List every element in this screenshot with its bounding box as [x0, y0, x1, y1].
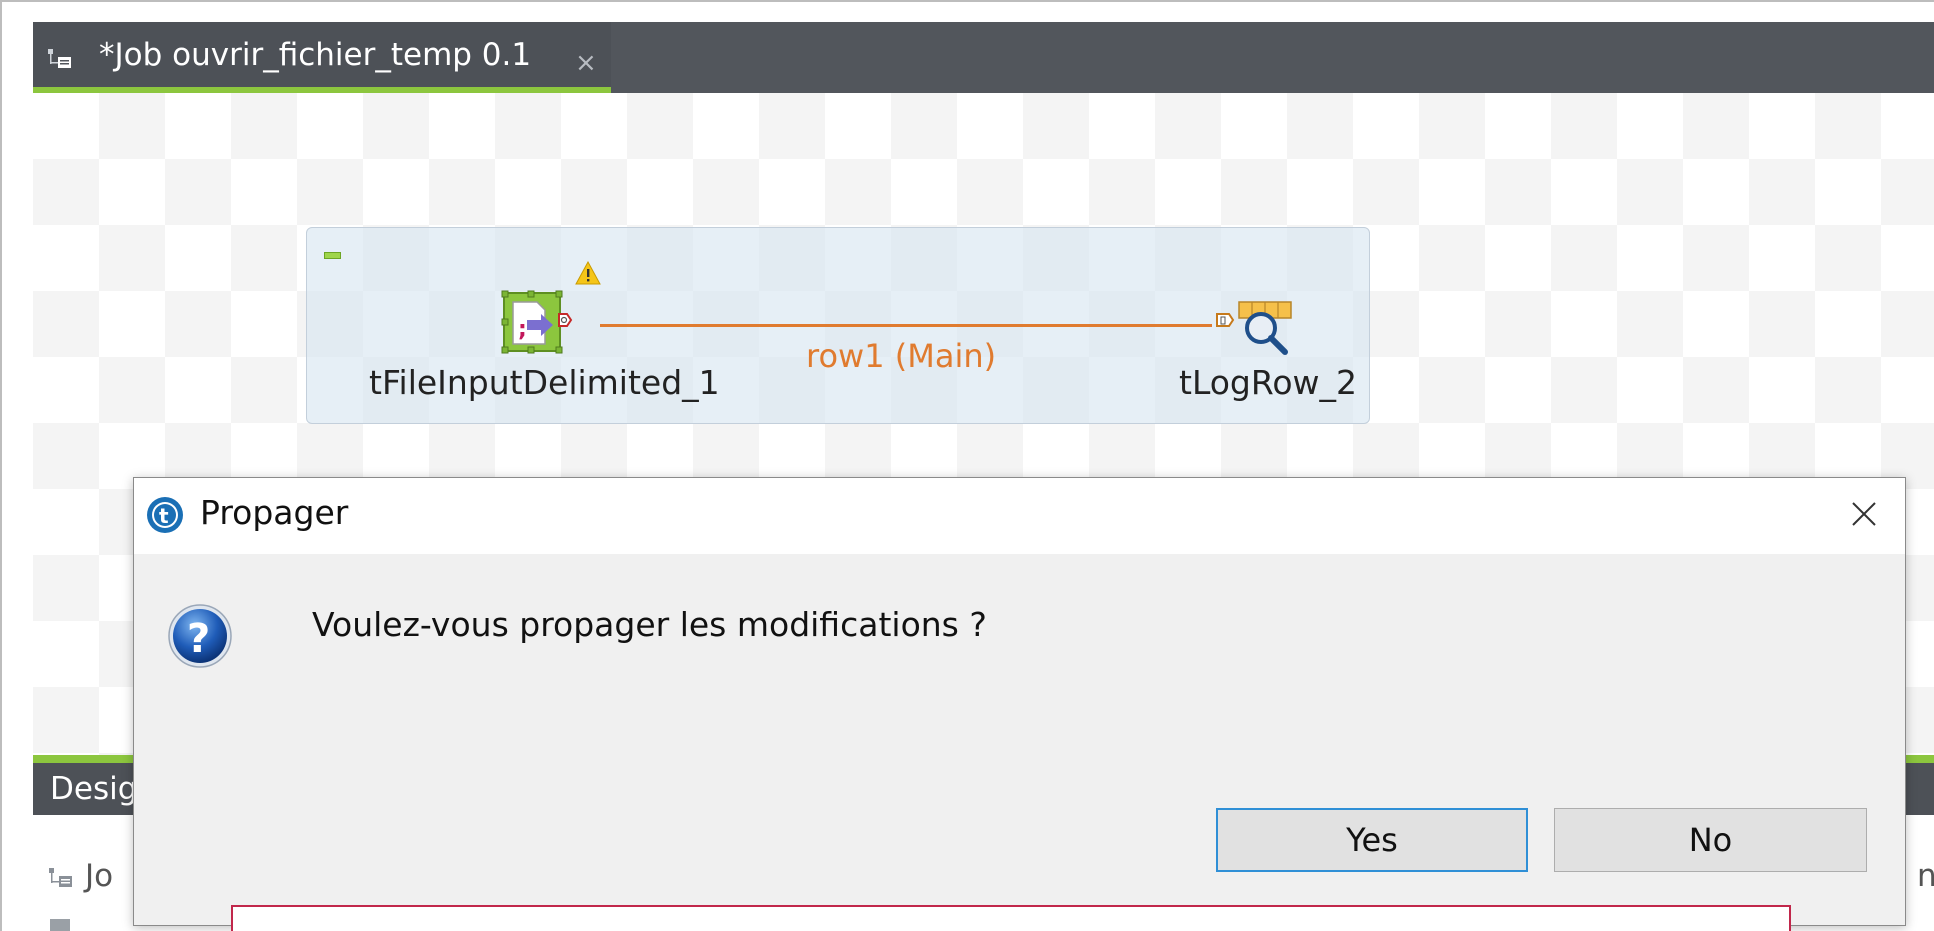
tab-job-ouvrir-fichier-temp[interactable]: *Job ouvrir_fichier_temp 0.1 ×: [33, 22, 611, 93]
warning-icon: [575, 261, 601, 285]
tab-designer[interactable]: Desig: [50, 771, 137, 807]
job-icon: [48, 49, 71, 68]
svg-text:t: t: [159, 504, 169, 528]
component-label-tfileinputdelimited[interactable]: tFileInputDelimited_1: [369, 363, 720, 402]
subjob-collapse-toggle[interactable]: [324, 252, 341, 259]
question-icon: ?: [168, 604, 232, 668]
connection-row1-label[interactable]: row1 (Main): [806, 337, 996, 375]
connection-row1-line[interactable]: [600, 324, 1212, 327]
dialog-message: Voulez-vous propager les modifications ?: [312, 605, 987, 644]
talend-icon: t: [147, 497, 183, 533]
tab-title: *Job ouvrir_fichier_temp 0.1: [99, 37, 532, 73]
close-icon[interactable]: [1840, 490, 1888, 538]
no-button[interactable]: No: [1554, 808, 1867, 872]
component-label-tlogrow[interactable]: tLogRow_2: [1179, 363, 1357, 402]
panel-item-icon: [50, 919, 70, 931]
bottom-job-label: Jo: [85, 858, 114, 894]
yes-button[interactable]: Yes: [1216, 808, 1528, 872]
log-row-icon[interactable]: [1215, 300, 1295, 356]
editor-tab-bar: *Job ouvrir_fichier_temp 0.1 ×: [33, 22, 1934, 93]
dialog-titlebar[interactable]: t Propager: [134, 478, 1905, 554]
bottom-right-label: ni: [1917, 858, 1934, 894]
propagate-dialog: t Propager ? Voulez-vous propager les mo…: [133, 477, 1906, 926]
annotation-highlight-box: [231, 905, 1791, 931]
tab-close-icon[interactable]: ×: [575, 48, 597, 78]
svg-text:;: ;: [518, 317, 527, 342]
file-input-delimited-icon[interactable]: ;: [501, 290, 573, 356]
dialog-title: Propager: [200, 493, 349, 532]
svg-text:?: ?: [187, 616, 210, 662]
job-icon: [49, 868, 72, 887]
